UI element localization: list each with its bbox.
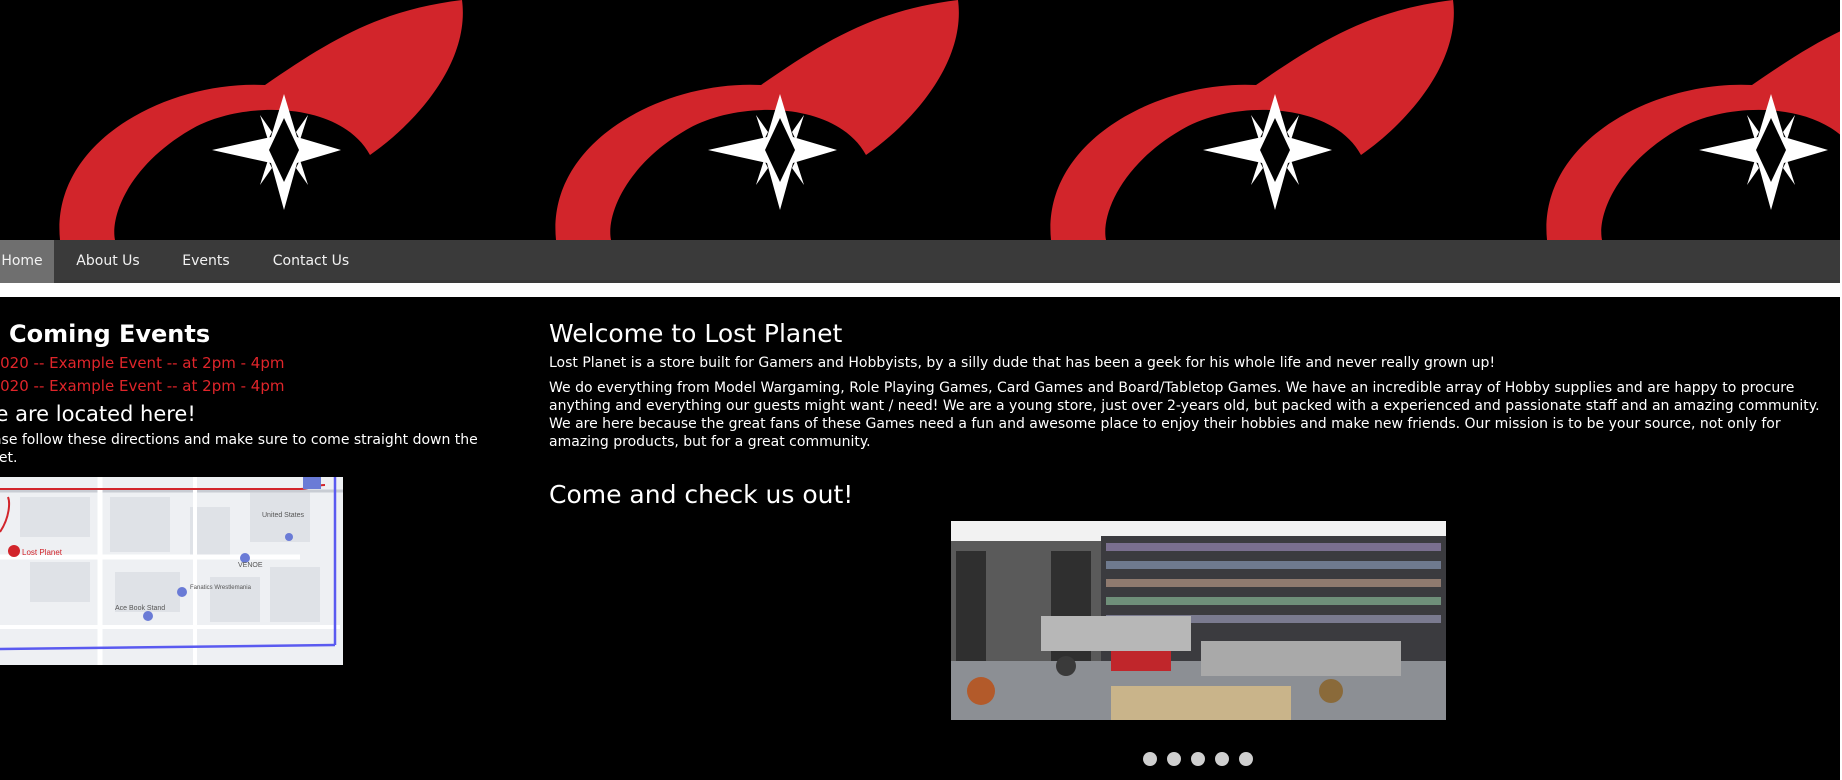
map-label: Fanatics Wrestlemania (190, 585, 252, 591)
event-item: 9/2020 -- Example Event -- at 2pm - 4pm (0, 377, 285, 395)
map-label: Ace Book Stand (115, 605, 165, 612)
nav-home[interactable]: Home (0, 240, 54, 283)
store-photo (951, 521, 1446, 720)
event-item: 8/2020 -- Example Event -- at 2pm - 4pm (0, 354, 285, 372)
map-label: VENOE (238, 562, 263, 569)
upcoming-events-heading: Up Coming Events (0, 320, 211, 348)
slider-dot[interactable] (1191, 752, 1205, 766)
lost-planet-logo (1546, 30, 1842, 240)
welcome-heading: Welcome to Lost Planet (549, 319, 843, 348)
slider-dot[interactable] (1239, 752, 1253, 766)
about-text: We do everything from Model Wargaming, R… (549, 380, 1820, 450)
page: Home About Us Events Contact Us Up Comin… (0, 0, 1842, 780)
location-heading: We are located here! (0, 402, 196, 426)
directions-text: Please follow these directions and make … (0, 432, 478, 466)
slider-dot[interactable] (1143, 752, 1157, 766)
nav-divider (0, 283, 1842, 297)
lost-planet-logo (59, 0, 463, 240)
main-content: Up Coming Events 8/2020 -- Example Event… (0, 297, 1842, 780)
map-label: United States (262, 512, 305, 519)
intro-text: Lost Planet is a store built for Gamers … (549, 355, 1496, 371)
nav-events[interactable]: Events (162, 240, 250, 283)
map-label-lost-planet: Lost Planet (22, 548, 63, 557)
check-us-out-heading: Come and check us out! (549, 480, 854, 509)
location-map[interactable]: Lost Planet United States VENOE Ace Book… (0, 477, 343, 665)
store-photo-slide[interactable] (951, 521, 1446, 720)
map-graphic: Lost Planet United States VENOE Ace Book… (0, 477, 343, 665)
lost-planet-logo (555, 0, 959, 240)
nav-contact-us[interactable]: Contact Us (250, 240, 372, 283)
header-banner (0, 0, 1842, 240)
slider-dot[interactable] (1167, 752, 1181, 766)
lost-planet-logo (1050, 0, 1454, 240)
nav-about-us[interactable]: About Us (54, 240, 162, 283)
slider-dot[interactable] (1215, 752, 1229, 766)
main-nav: Home About Us Events Contact Us (0, 240, 1842, 283)
